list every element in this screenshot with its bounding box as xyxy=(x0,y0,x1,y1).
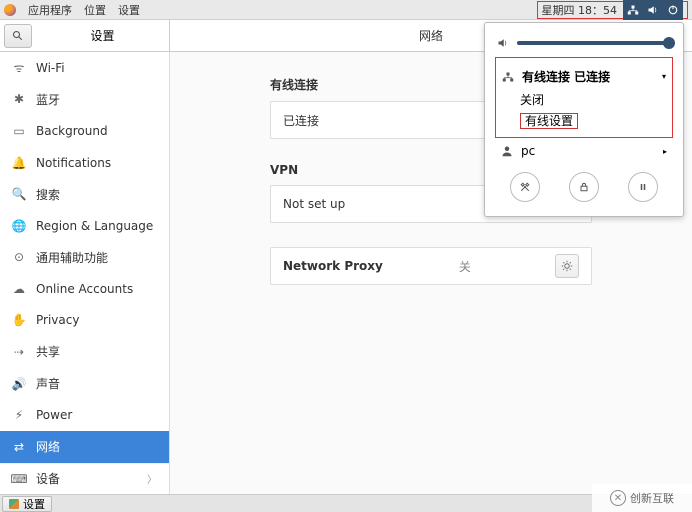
volume-icon xyxy=(497,37,509,49)
search-icon xyxy=(12,30,24,42)
globe-icon: 🌐 xyxy=(12,219,26,233)
vpn-status: Not set up xyxy=(283,197,345,211)
menu-applications[interactable]: 应用程序 xyxy=(28,2,72,18)
sound-icon: 🔊 xyxy=(12,377,26,391)
network-icon: ⇄ xyxy=(12,440,26,454)
watermark: ✕ 创新互联 xyxy=(592,484,692,512)
network-proxy-row[interactable]: Network Proxy 关 xyxy=(270,247,592,285)
pause-icon xyxy=(637,181,649,193)
system-menu-popup: 有线连接 已连接 ▾ 关闭 有线设置 pc ▸ xyxy=(484,22,684,217)
gear-icon xyxy=(561,260,573,272)
clock[interactable]: 星期四 18：54 xyxy=(542,2,618,18)
wired-settings-item[interactable]: 有线设置 xyxy=(496,110,672,131)
wifi-icon: ᯤ xyxy=(12,59,26,76)
volume-slider[interactable] xyxy=(517,41,671,45)
search-icon: 🔍 xyxy=(12,187,26,201)
background-icon: ▭ xyxy=(12,124,26,138)
lock-button[interactable] xyxy=(569,172,599,202)
menu-settings[interactable]: 设置 xyxy=(118,2,140,18)
system-tray[interactable] xyxy=(623,0,683,20)
settings-sidebar: ᯤWi-Fi ✱蓝牙 ▭Background 🔔Notifications 🔍搜… xyxy=(0,52,170,494)
sidebar-item-accessibility[interactable]: ⊙通用辅助功能 xyxy=(0,241,169,273)
bottom-taskbar: 设置 xyxy=(0,494,692,512)
share-icon: ⇢ xyxy=(12,345,26,359)
volume-thumb[interactable] xyxy=(663,37,675,49)
proxy-off-label: 关 xyxy=(459,258,471,275)
activities-icon[interactable] xyxy=(4,4,16,16)
sidebar-item-region[interactable]: 🌐Region & Language xyxy=(0,210,169,242)
chevron-right-icon: 〉 xyxy=(147,471,157,486)
sidebar-item-devices[interactable]: ⌨设备〉 xyxy=(0,463,169,494)
sidebar-item-sound[interactable]: 🔊声音 xyxy=(0,368,169,400)
menu-locations[interactable]: 位置 xyxy=(84,2,106,18)
cloud-icon: ☁ xyxy=(12,282,26,296)
accessibility-icon: ⊙ xyxy=(12,250,26,264)
top-menu-bar: 应用程序 位置 设置 星期四 18：54 xyxy=(0,0,692,20)
sidebar-item-power[interactable]: ⚡Power xyxy=(0,399,169,431)
network-turn-off[interactable]: 关闭 xyxy=(496,89,672,110)
user-submenu[interactable]: pc ▸ xyxy=(495,138,673,160)
sidebar-item-sharing[interactable]: ⇢共享 xyxy=(0,336,169,368)
settings-button[interactable] xyxy=(510,172,540,202)
bell-icon: 🔔 xyxy=(12,156,26,170)
sidebar-item-search[interactable]: 🔍搜索 xyxy=(0,178,169,210)
page-title: 网络 xyxy=(419,27,443,44)
network-submenu-title: 有线连接 已连接 xyxy=(522,68,610,85)
chevron-down-icon: ▾ xyxy=(662,72,666,81)
network-tray-icon[interactable] xyxy=(627,4,639,16)
user-icon xyxy=(501,145,513,157)
devices-icon: ⌨ xyxy=(12,472,26,486)
network-submenu: 有线连接 已连接 ▾ 关闭 有线设置 xyxy=(495,57,673,138)
sidebar-item-wifi[interactable]: ᯤWi-Fi xyxy=(0,52,169,84)
sidebar-item-network[interactable]: ⇄网络 xyxy=(0,431,169,463)
watermark-icon: ✕ xyxy=(610,490,626,506)
sidebar-item-notifications[interactable]: 🔔Notifications xyxy=(0,147,169,179)
sidebar-item-bluetooth[interactable]: ✱蓝牙 xyxy=(0,84,169,116)
power-tray-icon[interactable] xyxy=(667,4,679,16)
sidebar-item-privacy[interactable]: ✋Privacy xyxy=(0,305,169,337)
taskbar-settings-button[interactable]: 设置 xyxy=(2,496,52,512)
lock-icon xyxy=(578,181,590,193)
volume-tray-icon[interactable] xyxy=(647,4,659,16)
hand-icon: ✋ xyxy=(12,313,26,327)
user-name: pc xyxy=(521,144,535,158)
wired-status: 已连接 xyxy=(283,112,319,129)
power-icon: ⚡ xyxy=(12,408,26,422)
sidebar-title: 设置 xyxy=(36,27,169,44)
network-icon xyxy=(502,71,514,83)
system-tray-highlight: 星期四 18：54 xyxy=(537,1,689,19)
proxy-label: Network Proxy xyxy=(283,259,383,273)
power-button[interactable] xyxy=(628,172,658,202)
chevron-down-icon: ▸ xyxy=(663,147,667,156)
watermark-text: 创新互联 xyxy=(630,490,674,506)
sidebar-item-background[interactable]: ▭Background xyxy=(0,115,169,147)
bluetooth-icon: ✱ xyxy=(12,92,26,106)
sidebar-item-online-accounts[interactable]: ☁Online Accounts xyxy=(0,273,169,305)
search-button[interactable] xyxy=(4,24,32,48)
network-submenu-header[interactable]: 有线连接 已连接 ▾ xyxy=(496,64,672,89)
tools-icon xyxy=(519,181,531,193)
proxy-settings-button[interactable] xyxy=(555,254,579,278)
settings-taskbar-icon xyxy=(9,499,19,509)
